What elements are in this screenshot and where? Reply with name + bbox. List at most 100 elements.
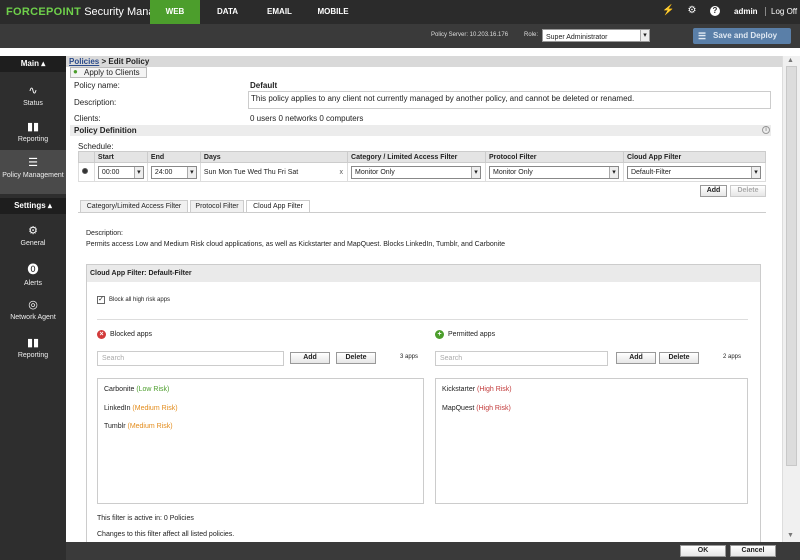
apply-icon: ● (73, 67, 78, 76)
clear-days-icon[interactable]: x (340, 169, 344, 176)
permitted-count: 2 apps (723, 354, 742, 360)
help-icon[interactable]: ? (710, 6, 720, 16)
tab-data[interactable]: DATA (210, 0, 245, 24)
plug-icon[interactable]: ⚡ (662, 5, 674, 17)
sidebar-settings-header[interactable]: Settings ▴ (0, 198, 66, 214)
cloud-app-filter-panel: Cloud App Filter: Default-Filter ✓ Block… (86, 264, 761, 560)
blocked-search-input[interactable]: Search (97, 351, 284, 366)
protocol-filter-select[interactable]: Monitor Only (489, 165, 620, 179)
sidebar-item-label: Policy Management (2, 172, 64, 179)
role-value: Super Administrator (546, 34, 608, 41)
cloud-app-filter-title: Cloud App Filter: Default-Filter (87, 265, 760, 282)
ok-button[interactable]: OK (680, 545, 726, 557)
sidebar-item-label: Reporting (17, 136, 49, 143)
start-time-select[interactable]: 00:00 (97, 165, 144, 179)
permitted-add-button[interactable]: Add (616, 352, 656, 364)
schedule-label: Schedule: (78, 142, 114, 151)
category-filter-select[interactable]: Monitor Only (351, 165, 482, 179)
app-logo: FORCEPOINT Security Manager (6, 6, 170, 18)
policy-server-label: Policy Server: 10.203.16.176 (431, 32, 509, 38)
list-item[interactable]: Kickstarter (High Risk) (442, 386, 512, 393)
sidebar-item-network-agent[interactable]: ◎ Network Agent (0, 298, 66, 321)
sidebar-item-label: Network Agent (10, 314, 56, 321)
sidebar-item-label: Status (23, 100, 43, 107)
blocked-add-button[interactable]: Add (290, 352, 330, 364)
days-value[interactable]: Sun Mon Tue Wed Thu Fri Sat (204, 169, 298, 176)
cloud-app-filter-select[interactable]: Default-Filter (626, 165, 761, 179)
info-icon[interactable]: i (762, 126, 770, 134)
report-icon: ▮▮ (26, 337, 40, 349)
cancel-button[interactable]: Cancel (730, 545, 776, 557)
schedule-row: 00:00 24:00 Sun Mon Tue Wed Thu Fri Sat … (78, 162, 767, 182)
list-item[interactable]: LinkedIn (Medium Risk) (104, 405, 178, 412)
section-divider (97, 319, 748, 320)
col-category: Category / Limited Access Filter (347, 151, 487, 163)
save-deploy-button[interactable]: ☰ Save and Deploy (693, 28, 791, 44)
gear-icon[interactable]: ⚙ (686, 5, 698, 17)
row-radio[interactable] (82, 168, 88, 174)
list-icon: ☰ (28, 157, 38, 169)
blocked-apps-list[interactable]: Carbonite (Low Risk) LinkedIn (Medium Ri… (97, 378, 424, 504)
schedule-add-button[interactable]: Add (700, 185, 727, 197)
scroll-up-icon[interactable]: ▲ (787, 57, 794, 64)
apply-to-clients-button[interactable]: ● Apply to Clients (70, 67, 147, 78)
sidebar-item-general[interactable]: ⚙ General (0, 224, 66, 247)
col-cloud: Cloud App Filter (622, 151, 767, 163)
role-label: Role: (524, 32, 539, 38)
policy-name-value: Default (250, 81, 278, 90)
filter-active-in: This filter is active in: 0 Policies (97, 515, 194, 522)
policy-definition-header: Policy Definition (70, 125, 771, 136)
sidebar-item-status[interactable]: ∿ Status (0, 84, 66, 107)
sidebar-item-policy-management[interactable]: ☰ Policy Management (0, 150, 66, 194)
sidebar-main-header[interactable]: Main ▴ (0, 56, 66, 72)
end-time-select[interactable]: 24:00 (150, 165, 197, 179)
tab-web[interactable]: WEB (150, 0, 200, 24)
pulse-icon: ∿ (28, 85, 38, 97)
description-label: Description: (74, 98, 117, 107)
list-item[interactable]: Carbonite (Low Risk) (104, 386, 169, 393)
logoff-link[interactable]: Log Off (765, 7, 797, 16)
schedule-delete-button[interactable]: Delete (730, 185, 766, 197)
description-field[interactable]: This policy applies to any client not cu… (248, 91, 771, 109)
sidebar-item-reporting-settings[interactable]: ▮▮ Reporting (0, 336, 66, 359)
sidebar-item-label: Reporting (17, 352, 49, 359)
permitted-search-input[interactable]: Search (435, 351, 608, 366)
blocked-count: 3 apps (400, 354, 419, 360)
clients-value: 0 users 0 networks 0 computers (250, 114, 364, 123)
col-end: End (146, 151, 201, 163)
brand-name: FORCEPOINT (6, 6, 82, 18)
scroll-down-icon[interactable]: ▼ (787, 532, 794, 539)
block-high-risk-label: Block all high risk apps (109, 297, 171, 303)
permitted-icon: + (435, 330, 444, 339)
scroll-thumb[interactable] (786, 66, 797, 466)
page-scrollbar[interactable]: ▲ ▼ (782, 56, 800, 542)
col-protocol: Protocol Filter (485, 151, 624, 163)
sidebar-item-alerts[interactable]: ⓿ Alerts (0, 261, 66, 287)
permitted-delete-button[interactable]: Delete (659, 352, 699, 364)
user-name[interactable]: admin (734, 7, 758, 16)
blocked-apps-title: Blocked apps (110, 331, 153, 338)
tab-email[interactable]: EMAIL (262, 0, 297, 24)
list-item[interactable]: MapQuest (High Risk) (442, 405, 511, 412)
list-item[interactable]: Tumblr (Medium Risk) (104, 423, 173, 430)
top-bar: FORCEPOINT Security Manager WEB DATA EMA… (0, 0, 800, 24)
clients-label: Clients: (74, 114, 101, 123)
filter-description-label: Description: (86, 230, 123, 237)
blocked-icon: × (97, 330, 106, 339)
save-deploy-label: Save and Deploy (713, 31, 778, 40)
sidebar-item-reporting[interactable]: ▮▮ Reporting (0, 120, 66, 143)
sub-bar: Policy Server: 10.203.16.176 Role: Super… (0, 24, 800, 48)
role-select[interactable]: Super Administrator (542, 29, 650, 42)
bottom-bar: OK Cancel (66, 542, 800, 560)
col-days: Days (199, 151, 349, 163)
block-high-risk-checkbox[interactable]: ✓ (97, 296, 105, 304)
breadcrumb-policies-link[interactable]: Policies (69, 57, 99, 66)
filter-description-text: Permits access Low and Medium Risk cloud… (86, 241, 506, 248)
breadcrumb: Policies > Edit Policy (66, 56, 782, 67)
permitted-apps-list[interactable]: Kickstarter (High Risk) MapQuest (High R… (435, 378, 748, 504)
breadcrumb-current: > Edit Policy (101, 57, 150, 66)
blocked-delete-button[interactable]: Delete (336, 352, 376, 364)
gear-icon: ⚙ (28, 225, 38, 237)
tab-mobile[interactable]: MOBILE (314, 0, 352, 24)
bar-chart-icon: ▮▮ (26, 121, 40, 133)
